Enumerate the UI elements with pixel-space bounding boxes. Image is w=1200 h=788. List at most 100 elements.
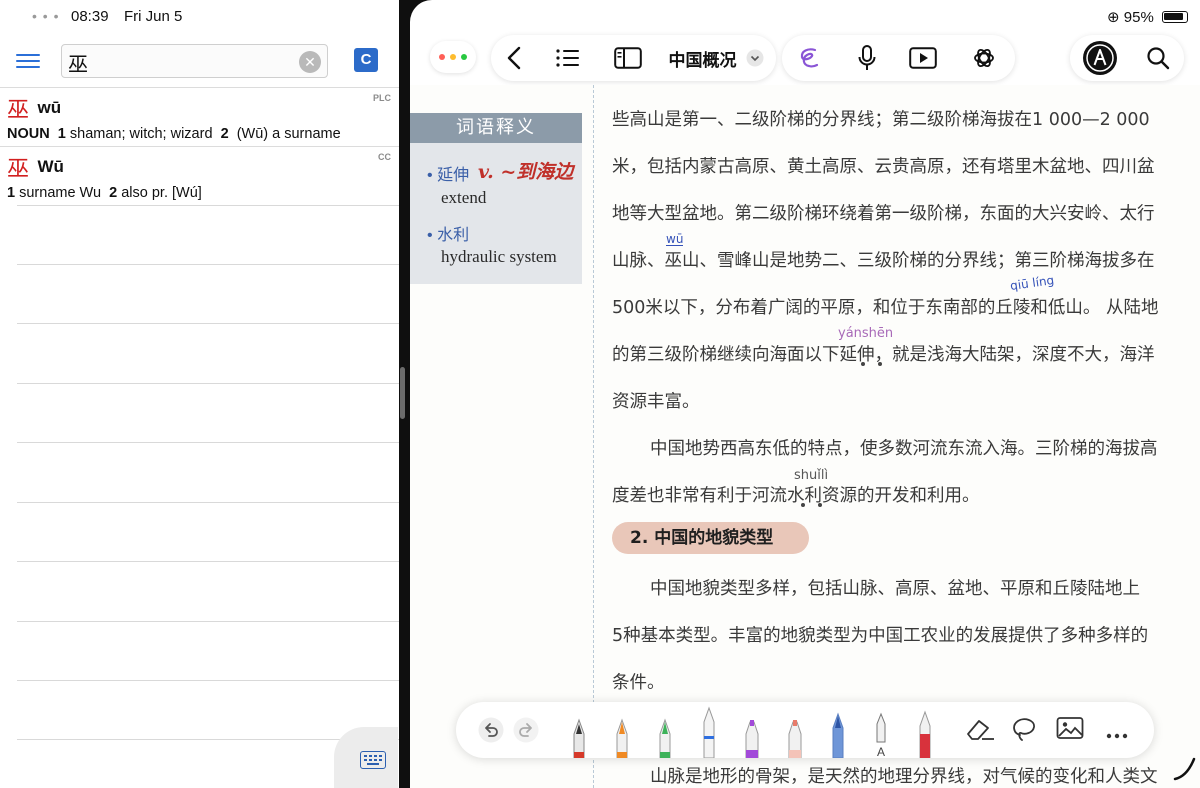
source-badge: PLC <box>373 93 391 103</box>
navigation-toolbar: 中国概况 <box>491 35 776 81</box>
clear-search-icon[interactable]: ✕ <box>299 51 321 73</box>
pinyin-annotation: yánshēn <box>838 326 894 341</box>
definition-2: also pr. [Wú] <box>121 185 202 201</box>
right-toolbar <box>1070 35 1184 81</box>
entry-hanzi: 巫 <box>7 98 30 123</box>
divider <box>17 205 399 206</box>
keyboard-toggle-button[interactable] <box>334 727 398 788</box>
text-line: 山脉是地形的骨架，是天然的地理分界线，对气候的变化和人类文 <box>650 767 1158 787</box>
svg-text:A: A <box>877 745 885 758</box>
marker-orange-tool[interactable] <box>611 714 633 758</box>
note-page[interactable]: 词语释义 • 延伸 v. ~到海边 extend • 水利 hydraulic … <box>410 85 1200 788</box>
more-options-icon[interactable] <box>1106 726 1128 744</box>
divider <box>17 264 399 265</box>
pen-red-tool[interactable] <box>914 710 936 758</box>
entry-pinyin: Wū <box>37 157 64 176</box>
list-item[interactable]: CC 巫 Wū 1 surname Wu 2 also pr. [Wú] <box>0 146 399 205</box>
divider <box>17 383 399 384</box>
ballpoint-blue-tool[interactable] <box>698 706 720 758</box>
divider <box>17 680 399 681</box>
text-line: 5种基本类型。丰富的地貌类型为中国工农业的发展提供了多种多样的 <box>612 626 1149 646</box>
vocabulary-translation: hydraulic system <box>441 247 557 267</box>
battery-percent: 95% <box>1123 9 1154 26</box>
text-line: 米，包括内蒙古高原、黄土高原、云贵高原，还有塔里木盆地、四川盆 <box>612 157 1155 177</box>
divider <box>17 323 399 324</box>
vocabulary-box: 词语释义 • 延伸 v. ~到海边 extend • 水利 hydraulic … <box>410 113 582 284</box>
emphasis-dot <box>801 503 805 507</box>
lasso-icon[interactable] <box>1010 716 1038 747</box>
ai-assistant-icon[interactable] <box>792 35 826 81</box>
entry-pinyin: wū <box>37 98 62 117</box>
clipboard-c-button[interactable]: C <box>354 48 378 72</box>
entry-definition: NOUN 1 shaman; witch; wizard 2 (Wū) a su… <box>7 126 341 142</box>
divider <box>17 502 399 503</box>
video-play-icon[interactable] <box>906 35 940 81</box>
fountain-pen-tool[interactable] <box>568 712 590 758</box>
redo-icon[interactable] <box>513 717 539 748</box>
window-controls[interactable] <box>430 41 476 73</box>
search-field[interactable]: ✕ <box>61 44 328 78</box>
highlighter-purple-tool[interactable] <box>741 714 763 758</box>
vocab-english: extend <box>441 188 487 207</box>
clock: 08:39 <box>71 8 109 25</box>
handwritten-note: v. ~到海边 <box>478 161 574 183</box>
notes-app: ⊕ 95% 中国概况 词语释义 • 延伸 v. ~到海边 extend • 水利… <box>410 0 1200 788</box>
eraser-icon[interactable] <box>964 716 996 747</box>
orientation-lock-icon: ⊕ <box>1107 9 1120 26</box>
text-line: 地等大型盆地。第二级阶梯环绕着第一级阶梯，东面的大兴安岭、太行 <box>612 204 1155 224</box>
text-line: 度差也非常有利于河流水利资源的开发和利用。 <box>612 486 980 506</box>
pen-stroke <box>1173 757 1196 781</box>
split-view-handle[interactable] <box>400 367 405 419</box>
search-row: ✕ C <box>0 42 399 82</box>
pinyin-annotation: qiū líng <box>1009 272 1056 294</box>
dictionary-app: • • • 08:39 Fri Jun 5 ✕ C PLC 巫 wū NOUN … <box>0 0 399 788</box>
undo-icon[interactable] <box>478 717 504 748</box>
divider <box>17 621 399 622</box>
image-icon[interactable] <box>1056 716 1084 745</box>
pen-mode-icon[interactable] <box>1080 35 1120 81</box>
marker-green-tool[interactable] <box>654 714 676 758</box>
part-of-speech: NOUN <box>7 126 50 142</box>
text-line: 条件。 <box>612 673 665 693</box>
status-bar-left: • • • 08:39 Fri Jun 5 <box>0 0 399 34</box>
emphasis-dot <box>861 362 865 366</box>
brush-blue-tool[interactable] <box>827 710 849 758</box>
text-line: 资源丰富。 <box>612 392 700 412</box>
keyboard-icon <box>360 751 386 769</box>
date: Fri Jun 5 <box>124 8 183 25</box>
list-item[interactable]: PLC 巫 wū NOUN 1 shaman; witch; wizard 2 … <box>0 87 399 146</box>
hamburger-menu-icon[interactable] <box>16 50 40 72</box>
title-dropdown-chevron-icon[interactable] <box>745 35 765 81</box>
search-icon[interactable] <box>1142 35 1174 81</box>
definition-1: shaman; witch; wizard <box>69 126 213 142</box>
screen: • • • 08:39 Fri Jun 5 ✕ C PLC 巫 wū NOUN … <box>0 0 1200 788</box>
text-line: 中国地势西高东低的特点，使多数河流东流入海。三阶梯的海拔高 <box>650 439 1158 459</box>
sidebar-icon[interactable] <box>611 35 645 81</box>
margin-guide <box>593 85 594 788</box>
search-input[interactable] <box>68 49 288 75</box>
vocab-word: 延伸 <box>437 165 470 184</box>
pinyin-annotation: shuǐlì <box>794 468 829 483</box>
emphasis-dot <box>878 362 882 366</box>
emphasis-dot <box>818 503 822 507</box>
vocabulary-item: • 延伸 <box>427 165 470 184</box>
multitask-dots-icon[interactable]: • • • <box>32 8 59 24</box>
text-pencil-tool[interactable]: A <box>870 710 892 758</box>
list-icon[interactable] <box>553 35 583 81</box>
vocabulary-heading: 词语释义 <box>410 113 582 143</box>
microphone-icon[interactable] <box>852 35 882 81</box>
highlighter-pink-tool[interactable] <box>784 714 806 758</box>
battery-icon <box>1162 11 1188 23</box>
media-toolbar <box>782 35 1015 81</box>
entry-hanzi: 巫 <box>7 157 30 182</box>
text-line: 的第三级阶梯继续向海面以下延伸，就是浅海大陆架，深度不大，海洋 <box>612 345 1155 365</box>
back-chevron-icon[interactable] <box>499 35 529 81</box>
vocab-english: hydraulic system <box>441 247 557 266</box>
text-line: 山脉、巫山、雪峰山是地势二、三级阶梯的分界线；第三阶梯海拔多在 <box>612 251 1155 271</box>
definition-2: (Wū) a surname <box>236 126 341 142</box>
text-line: 中国地貌类型多样，包括山脉、高原、盆地、平原和丘陵陆地上 <box>650 579 1140 599</box>
divider <box>17 561 399 562</box>
section-heading: 2. 中国的地貌类型 <box>612 522 809 554</box>
document-title[interactable]: 中国概况 <box>665 35 740 81</box>
chatgpt-icon[interactable] <box>968 35 1000 81</box>
